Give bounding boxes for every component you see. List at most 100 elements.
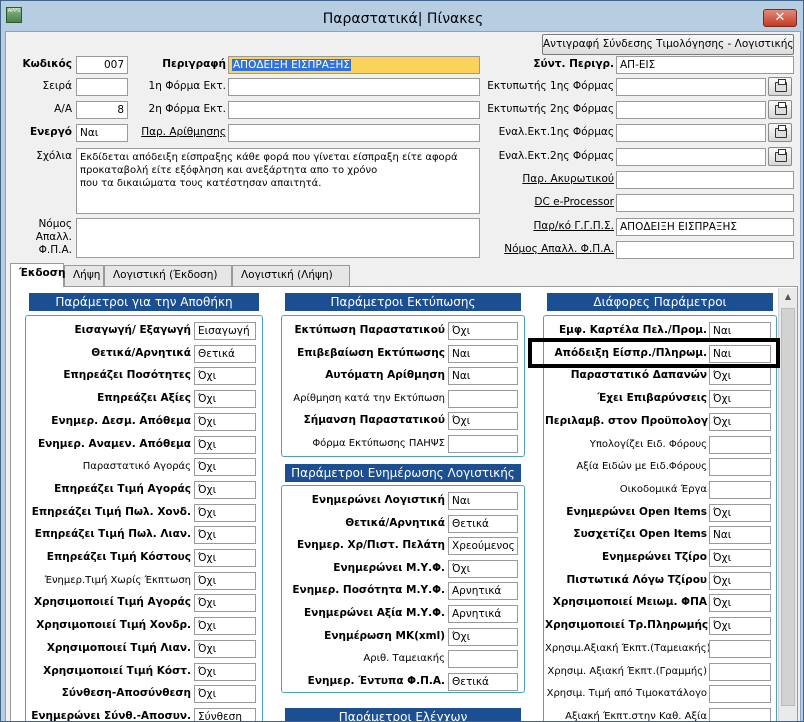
misc-param-field[interactable]: Όχι	[709, 390, 771, 408]
accounting-param-field[interactable]: Χρεούμενος	[448, 537, 518, 555]
cancel-doc-link[interactable]: Παρ. Ακυρωτικού	[486, 171, 614, 188]
misc-param-field[interactable]: Όχι	[709, 413, 771, 431]
accounting-param-field[interactable]: Αρνητικά	[448, 605, 518, 623]
warehouse-param-field[interactable]: Όχι	[194, 526, 256, 544]
warehouse-param-field[interactable]: Όχι	[194, 504, 256, 522]
scroll-thumb[interactable]	[781, 308, 795, 706]
warehouse-param-field[interactable]: Θετικά	[194, 345, 256, 363]
misc-param-field[interactable]	[709, 481, 771, 499]
accounting-param-field[interactable]: Θετικά	[448, 515, 518, 533]
warehouse-param-field[interactable]: Όχι	[194, 481, 256, 499]
misc-param-field[interactable]: Όχι	[709, 504, 771, 522]
abbr-field[interactable]: ΑΠ-ΕΙΣ	[616, 56, 794, 74]
accounting-param-field[interactable]: Αρνητικά	[448, 582, 518, 600]
printer1-field[interactable]	[616, 78, 766, 96]
title-bar[interactable]: APPS Παραστατικά| Πίνακες ✕	[1, 1, 803, 33]
aa-field[interactable]: 8	[76, 101, 128, 119]
alt2-printer-button[interactable]	[768, 147, 792, 166]
ggps-link[interactable]: Παρ/κό Γ.Γ.Π.Σ.	[486, 218, 614, 235]
warehouse-param-field[interactable]: Σύνθεση	[194, 708, 256, 721]
misc-param-field[interactable]	[709, 685, 771, 703]
misc-param-field[interactable]: Όχι	[709, 367, 771, 385]
series-field[interactable]	[76, 78, 128, 96]
printer2-button[interactable]	[768, 100, 792, 119]
misc-param-field[interactable]: Όχι	[709, 549, 771, 567]
misc-param-field[interactable]	[709, 663, 771, 681]
dc-processor-field[interactable]	[616, 194, 794, 212]
numbering-field[interactable]	[228, 124, 480, 142]
warehouse-param-label: Ενημερ. Αναμεν. Απόθεμα	[37, 438, 191, 450]
misc-param-field[interactable]: Ναι	[709, 526, 771, 544]
accounting-param-field[interactable]: Ναι	[448, 492, 518, 510]
dc-processor-link[interactable]: DC e-Processor	[486, 194, 614, 211]
printing-param-field[interactable]: Όχι	[448, 412, 518, 430]
code-label: Κωδικός	[22, 58, 72, 70]
misc-param-field[interactable]	[709, 458, 771, 476]
warehouse-param-field[interactable]: Όχι	[194, 572, 256, 590]
warehouse-param-field[interactable]: Όχι	[194, 458, 256, 476]
warehouse-param-field[interactable]: Όχι	[194, 685, 256, 703]
alt2-field[interactable]	[616, 148, 766, 166]
warehouse-param-field[interactable]: Εισαγωγή	[194, 322, 256, 340]
printing-param-label: Σήμανση Παραστατικού	[303, 414, 445, 426]
misc-param-label: Εμφ. Καρτέλα Πελ./Προμ.	[558, 324, 707, 336]
vertical-scrollbar[interactable]: ▲	[778, 288, 797, 721]
tab-receipt[interactable]: Λήψη	[64, 265, 104, 286]
numbering-link[interactable]: Παρ. Αρίθμησης	[134, 124, 226, 141]
alt1-printer-button[interactable]	[768, 123, 792, 142]
active-field[interactable]: Ναι	[76, 124, 128, 142]
accounting-param-field[interactable]: Όχι	[448, 560, 518, 578]
vat-exempt-link[interactable]: Νόμος Απαλλ. Φ.Π.Α.	[486, 241, 614, 258]
warehouse-param-field[interactable]: Όχι	[194, 367, 256, 385]
warehouse-param-field[interactable]: Όχι	[194, 663, 256, 681]
law-textarea[interactable]	[76, 218, 480, 258]
form2-field[interactable]	[228, 101, 480, 119]
printer-icon	[775, 149, 787, 162]
printing-param-field[interactable]: Όχι	[448, 322, 518, 340]
misc-param-field[interactable]	[709, 708, 771, 721]
printing-param-field[interactable]	[448, 390, 518, 408]
vat-exempt-field[interactable]	[616, 241, 794, 259]
form1-field[interactable]	[228, 78, 480, 96]
printing-param-field[interactable]	[448, 435, 518, 453]
misc-param-field[interactable]	[709, 436, 771, 454]
close-button[interactable]: ✕	[763, 9, 797, 27]
misc-param-field[interactable]: Όχι	[709, 594, 771, 612]
warehouse-param-label: Εισαγωγή/ Εξαγωγή	[74, 324, 191, 336]
code-field[interactable]: 007	[76, 56, 128, 74]
accounting-section-title: Παράμετροι Ενημέρωσης Λογιστικής	[285, 464, 521, 482]
copy-link-button[interactable]: Αντιγραφή Σύνδεσης Τιμολόγησης - Λογιστι…	[542, 34, 794, 55]
ggps-field[interactable]: ΑΠΟΔΕΙΞΗ ΕΙΣΠΡΑΞΗΣ	[616, 218, 794, 236]
printing-param-field[interactable]: Ναι	[448, 367, 518, 385]
warehouse-param-field[interactable]: Όχι	[194, 594, 256, 612]
warehouse-param-field[interactable]: Όχι	[194, 390, 256, 408]
tab-accounting-receipt[interactable]: Λογιστική (Λήψη)	[232, 265, 350, 286]
printer1-button[interactable]	[768, 77, 792, 96]
misc-param-field[interactable]	[709, 640, 771, 658]
description-field[interactable]: ΑΠΟΔΕΙΞΗ ΕΙΣΠΡΑΞΗΣ	[228, 56, 480, 74]
comments-textarea[interactable]: Εκδίδεται απόδειξη είσπραξης κάθε φορά π…	[76, 148, 480, 214]
warehouse-param-label: Επηρεάζει Τιμή Κόστους	[46, 551, 191, 563]
misc-param-field[interactable]: Όχι	[709, 572, 771, 590]
misc-param-label: Αξιακή Έκπτ.στην Καθ. Αξία	[565, 711, 707, 722]
warehouse-param-field[interactable]: Όχι	[194, 640, 256, 658]
warehouse-param-label: Ένημερ.Τιμή Χωρίς Έκπτωση	[44, 575, 192, 586]
tab-issue[interactable]: Έκδοση	[10, 263, 65, 287]
warehouse-param-field[interactable]: Όχι	[194, 549, 256, 567]
warehouse-param-field[interactable]: Όχι	[194, 617, 256, 635]
warehouse-param-field[interactable]: Όχι	[194, 436, 256, 454]
accounting-param-field[interactable]: Όχι	[448, 628, 518, 646]
misc-param-field[interactable]: Όχι	[709, 617, 771, 635]
misc-param-label: Οικοδομικά Έργα	[619, 484, 707, 495]
scroll-up-icon[interactable]: ▲	[779, 288, 797, 306]
accounting-param-field[interactable]	[448, 650, 518, 668]
warehouse-param-field[interactable]: Όχι	[194, 413, 256, 431]
accounting-param-field[interactable]: Θετικά	[448, 673, 518, 691]
printer2-field[interactable]	[616, 101, 766, 119]
alt1-label: Εναλ.Εκτ.1ης Φόρμας	[498, 126, 614, 138]
printing-param-field[interactable]: Ναι	[448, 345, 518, 363]
tab-accounting-issue[interactable]: Λογιστική (Έκδοση)	[104, 265, 232, 286]
alt1-field[interactable]	[616, 124, 766, 142]
cancel-doc-field[interactable]	[616, 171, 794, 189]
warehouse-param-label: Σύνθεση-Αποσύνθεση	[61, 687, 191, 699]
